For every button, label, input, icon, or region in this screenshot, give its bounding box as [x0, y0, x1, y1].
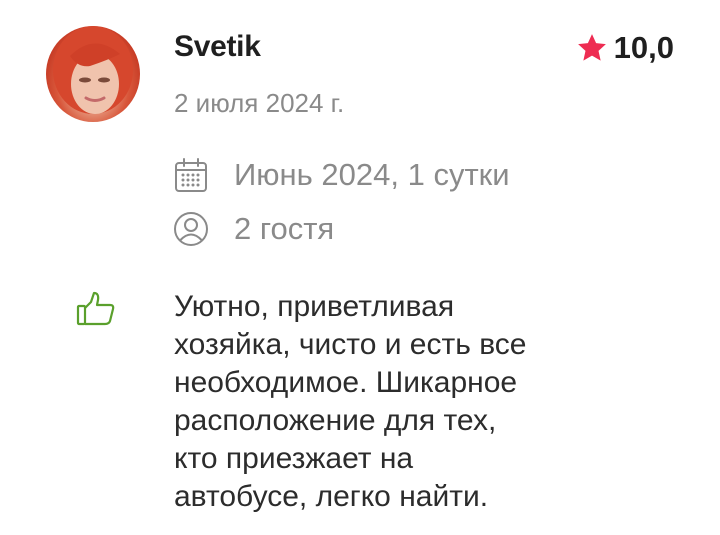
review-text-line: хозяйка, чисто и есть все	[174, 328, 527, 361]
calendar-icon	[175, 158, 207, 192]
review-text-line: автобусе, легко найти.	[174, 480, 489, 513]
rating-value: 10,0	[613, 30, 674, 65]
guest-count-text: 2 гостя	[234, 211, 335, 246]
review-text: Уютно, приветливая хозяйка, чисто и есть …	[174, 288, 614, 516]
review-text-line: Уютно, приветливая	[174, 290, 455, 323]
author-name: Svetik	[174, 30, 261, 63]
guest-count: 2 гостя	[172, 210, 334, 248]
review-card: Svetik 10,0 2 июля 2024 г. Июнь 2024, 1 …	[0, 0, 720, 535]
thumbs-up-icon	[76, 291, 115, 326]
stay-period-text: Июнь 2024, 1 сутки	[234, 157, 510, 192]
star-icon	[577, 34, 606, 61]
review-text-line: необходимое. Шикарное	[174, 366, 518, 399]
rating-badge: 10,0	[574, 30, 674, 66]
avatar[interactable]	[46, 26, 140, 122]
review-text-line: расположение для тех,	[174, 404, 497, 437]
review-text-line: кто приезжает на	[174, 442, 414, 475]
review-date: 2 июля 2024 г.	[174, 88, 345, 118]
user-icon	[174, 212, 208, 246]
stay-period: Июнь 2024, 1 сутки	[172, 156, 510, 194]
